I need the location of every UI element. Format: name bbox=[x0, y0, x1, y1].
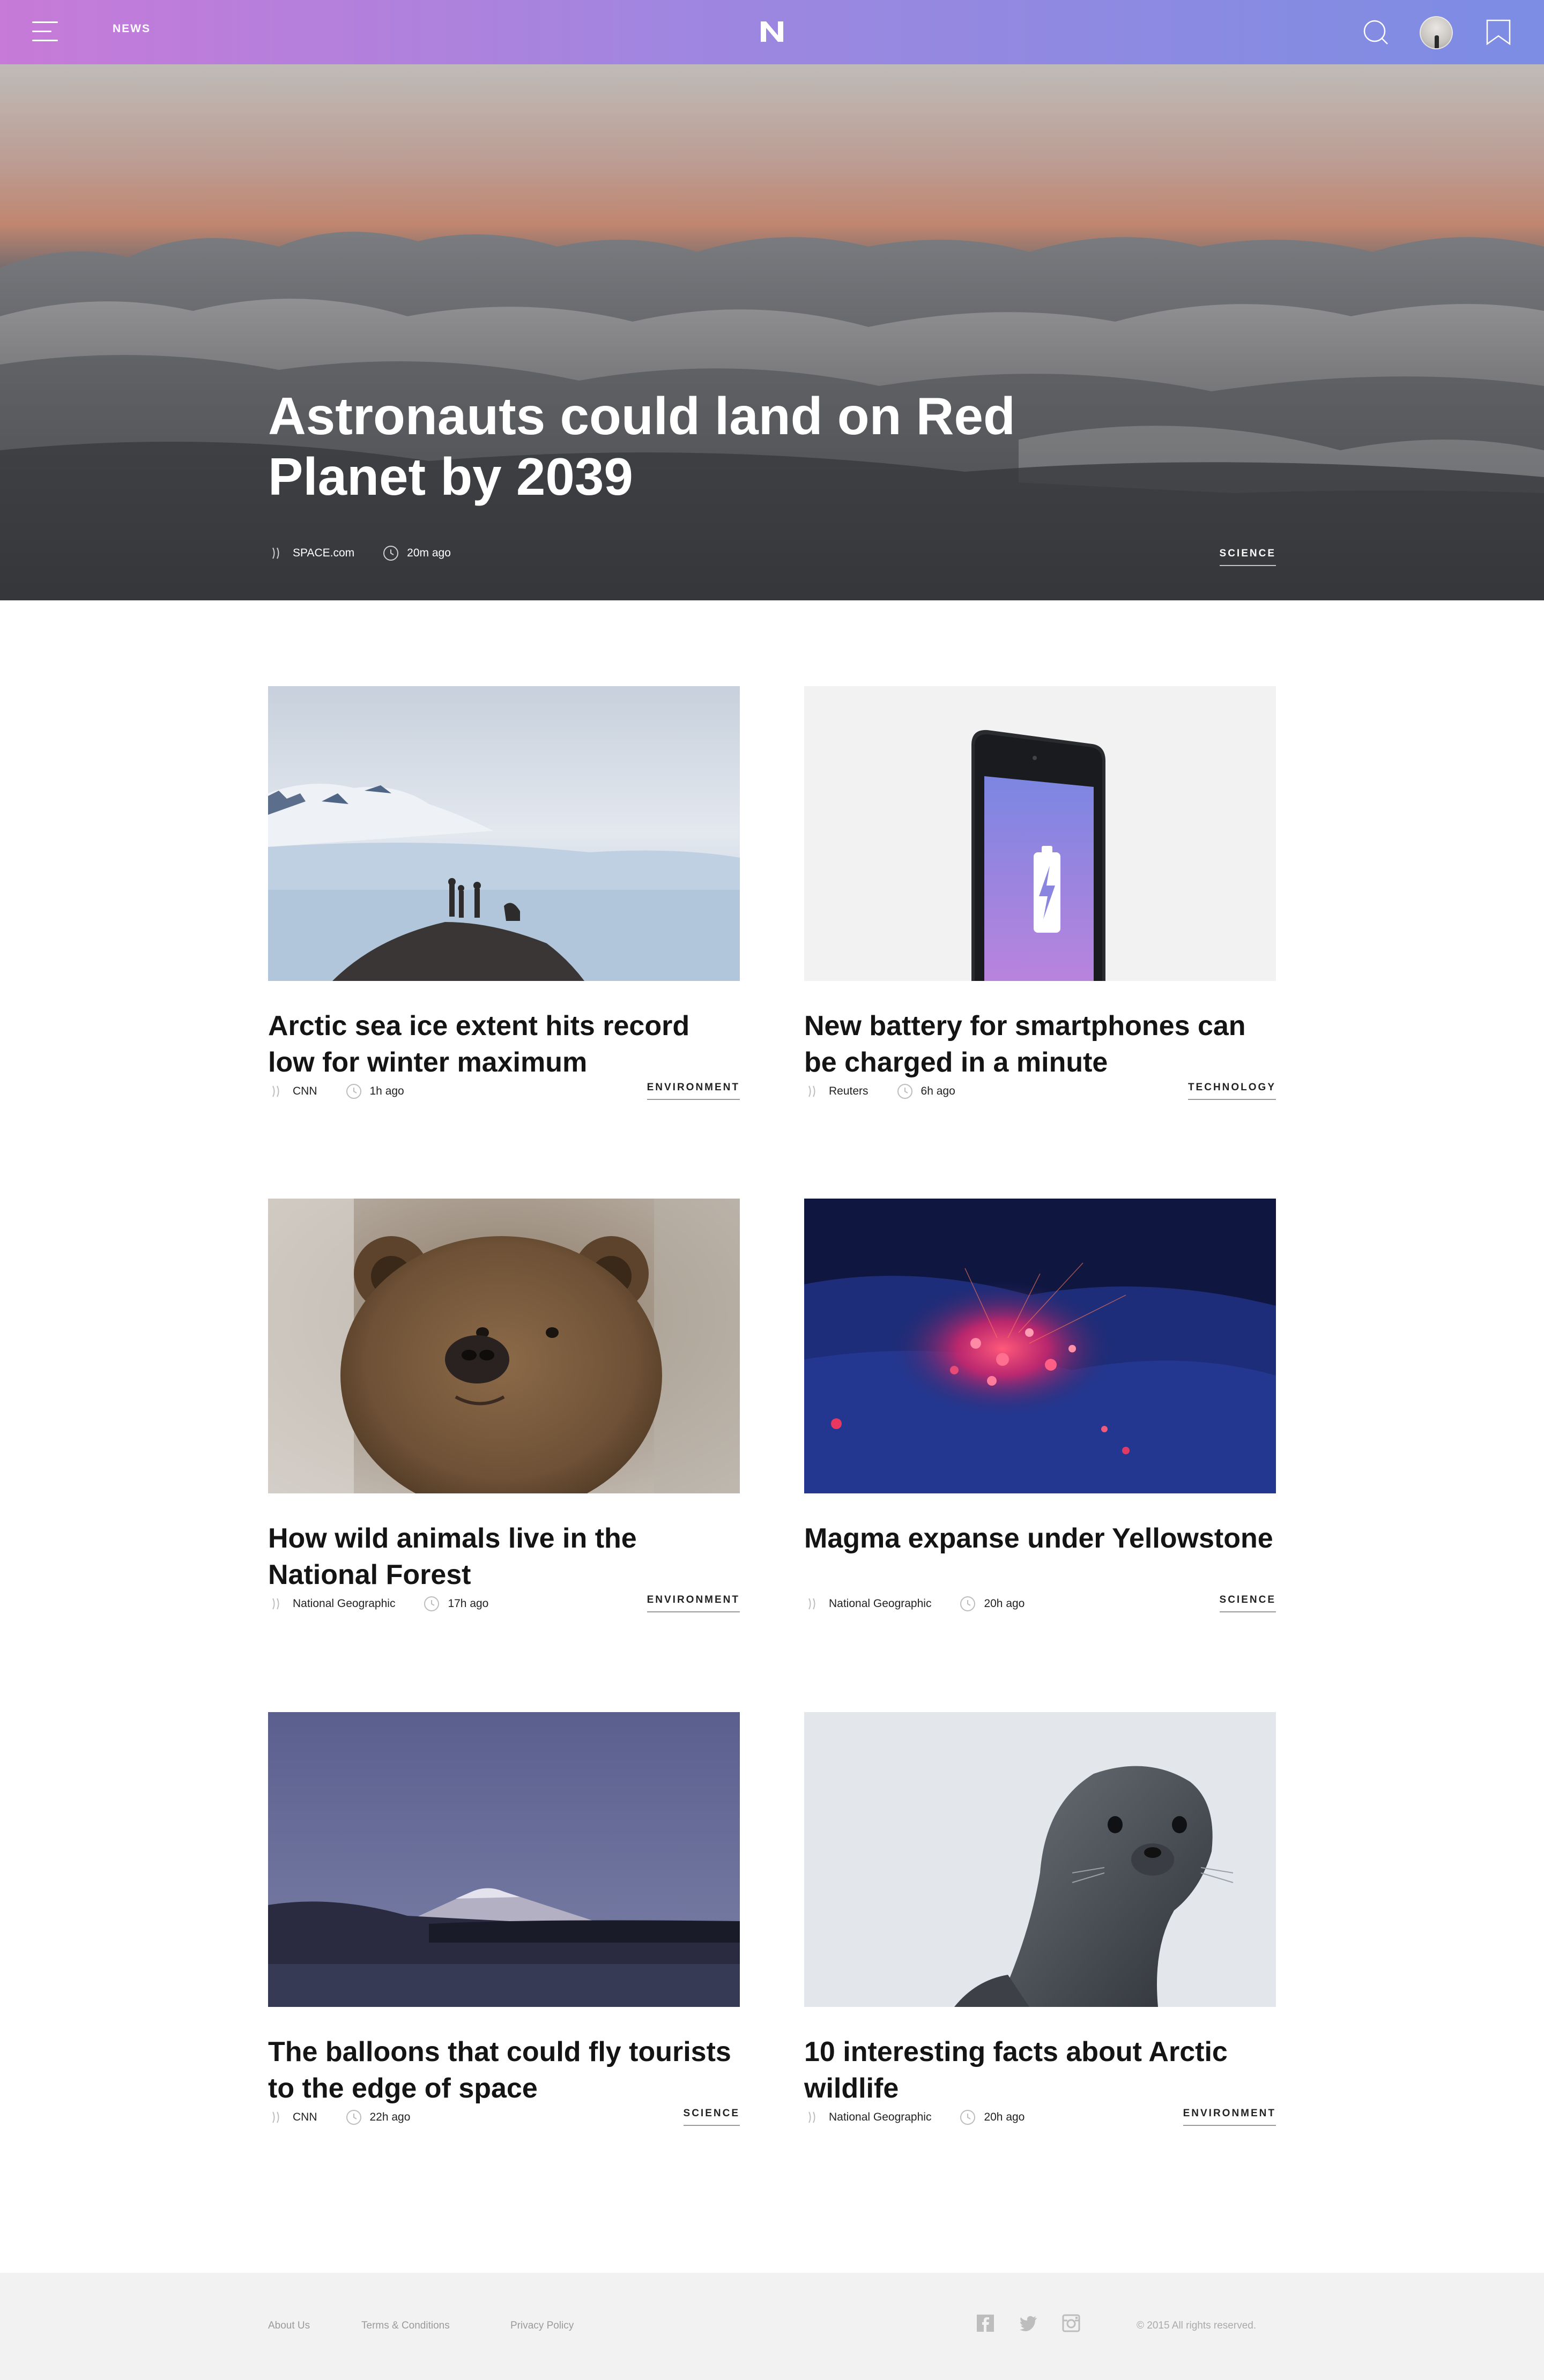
hero-cloud-sea-image bbox=[0, 64, 1544, 600]
clock-icon bbox=[383, 546, 399, 561]
article-meta: CNN 22h ago bbox=[268, 2109, 410, 2126]
article-source[interactable]: CNN bbox=[293, 2111, 317, 2124]
article-source[interactable]: Reuters bbox=[829, 1085, 868, 1098]
article-category-tag[interactable]: SCIENCE bbox=[1219, 1594, 1276, 1612]
clock-icon bbox=[960, 1596, 976, 1611]
hero-source[interactable]: SPACE.com bbox=[293, 547, 354, 560]
smartphone-battery-image bbox=[804, 686, 1276, 981]
source-icon bbox=[272, 547, 279, 559]
article-time: 20h ago bbox=[984, 2111, 1025, 2123]
twitter-icon[interactable] bbox=[1019, 2314, 1038, 2333]
article-time: 20h ago bbox=[984, 1597, 1025, 1610]
article-title[interactable]: The balloons that could fly tourists to … bbox=[268, 2034, 740, 2107]
arctic-hikers-image bbox=[268, 686, 740, 981]
article-category-tag[interactable]: ENVIRONMENT bbox=[647, 1082, 740, 1100]
search-icon[interactable] bbox=[1362, 18, 1390, 46]
article-category-tag[interactable]: ENVIRONMENT bbox=[647, 1594, 740, 1612]
clock-icon bbox=[897, 1084, 912, 1099]
seal-image bbox=[804, 1712, 1276, 2007]
article-image[interactable] bbox=[804, 1712, 1276, 2007]
article-card[interactable]: Arctic sea ice extent hits record low fo… bbox=[268, 686, 740, 1158]
article-source[interactable]: National Geographic bbox=[829, 1597, 931, 1610]
article-category-tag[interactable]: SCIENCE bbox=[683, 2108, 740, 2126]
nav-news-link[interactable]: NEWS bbox=[113, 23, 151, 35]
site-logo[interactable] bbox=[759, 19, 785, 44]
article-image[interactable] bbox=[804, 686, 1276, 981]
hero-time: 20m ago bbox=[407, 547, 451, 559]
source-icon bbox=[808, 1598, 815, 1610]
footer-link-privacy[interactable]: Privacy Policy bbox=[510, 2320, 574, 2332]
article-time: 17h ago bbox=[448, 1597, 489, 1610]
article-meta: CNN 1h ago bbox=[268, 1083, 404, 1100]
instagram-icon[interactable] bbox=[1062, 2314, 1081, 2333]
article-title[interactable]: Arctic sea ice extent hits record low fo… bbox=[268, 1008, 740, 1081]
clock-icon bbox=[424, 1596, 440, 1611]
hero-category-tag[interactable]: SCIENCE bbox=[1219, 548, 1276, 566]
source-icon bbox=[272, 1598, 279, 1610]
copyright-text: © 2015 All rights reserved. bbox=[1137, 2320, 1257, 2331]
source-icon bbox=[272, 2111, 279, 2123]
hamburger-menu-icon[interactable] bbox=[32, 19, 58, 44]
clock-icon bbox=[960, 2110, 976, 2125]
article-category-tag[interactable]: ENVIRONMENT bbox=[1183, 2108, 1276, 2126]
article-title[interactable]: 10 interesting facts about Arctic wildli… bbox=[804, 2034, 1276, 2107]
article-card[interactable]: 10 interesting facts about Arctic wildli… bbox=[804, 1712, 1276, 2184]
article-meta: National Geographic 17h ago bbox=[268, 1595, 488, 1612]
source-icon bbox=[272, 1085, 279, 1097]
brown-bear-image bbox=[268, 1199, 740, 1493]
article-meta: National Geographic 20h ago bbox=[804, 1595, 1025, 1612]
article-source[interactable]: CNN bbox=[293, 1085, 317, 1098]
hero-article[interactable]: Astronauts could land on Red Planet by 2… bbox=[0, 64, 1544, 600]
article-meta: National Geographic 20h ago bbox=[804, 2109, 1025, 2126]
article-category-tag[interactable]: TECHNOLOGY bbox=[1187, 1082, 1276, 1100]
article-time: 1h ago bbox=[369, 1085, 404, 1097]
article-title[interactable]: New battery for smartphones can be charg… bbox=[804, 1008, 1276, 1081]
article-time: 6h ago bbox=[921, 1085, 955, 1097]
article-title[interactable]: Magma expanse under Yellowstone bbox=[804, 1520, 1276, 1557]
article-card[interactable]: How wild animals live in the National Fo… bbox=[268, 1199, 740, 1670]
article-title[interactable]: How wild animals live in the National Fo… bbox=[268, 1520, 740, 1593]
bookmark-icon[interactable] bbox=[1485, 18, 1512, 46]
article-source[interactable]: National Geographic bbox=[829, 2111, 931, 2124]
article-image[interactable] bbox=[268, 1712, 740, 2007]
hero-meta: SPACE.com 20m ago bbox=[268, 545, 451, 562]
source-icon bbox=[808, 2111, 815, 2123]
facebook-icon[interactable] bbox=[976, 2314, 995, 2333]
article-image[interactable] bbox=[268, 1199, 740, 1493]
source-icon bbox=[808, 1085, 815, 1097]
article-image[interactable] bbox=[804, 1199, 1276, 1493]
hero-title[interactable]: Astronauts could land on Red Planet by 2… bbox=[268, 386, 1072, 507]
article-meta: Reuters 6h ago bbox=[804, 1083, 955, 1100]
article-time: 22h ago bbox=[369, 2111, 411, 2123]
top-navigation-bar: NEWS bbox=[0, 0, 1544, 64]
article-image[interactable] bbox=[268, 686, 740, 981]
glowing-embers-image bbox=[804, 1199, 1276, 1493]
clock-icon bbox=[346, 2110, 361, 2125]
volcano-night-image bbox=[268, 1712, 740, 2007]
footer-link-terms[interactable]: Terms & Conditions bbox=[361, 2320, 450, 2332]
clock-icon bbox=[346, 1084, 361, 1099]
footer-link-about[interactable]: About Us bbox=[268, 2320, 310, 2332]
article-card[interactable]: Magma expanse under Yellowstone National… bbox=[804, 1199, 1276, 1670]
article-card[interactable]: New battery for smartphones can be charg… bbox=[804, 686, 1276, 1158]
page-footer: About Us Terms & Conditions Privacy Poli… bbox=[0, 2273, 1544, 2380]
article-source[interactable]: National Geographic bbox=[293, 1597, 395, 1610]
article-card[interactable]: The balloons that could fly tourists to … bbox=[268, 1712, 740, 2184]
user-avatar[interactable] bbox=[1420, 16, 1453, 49]
